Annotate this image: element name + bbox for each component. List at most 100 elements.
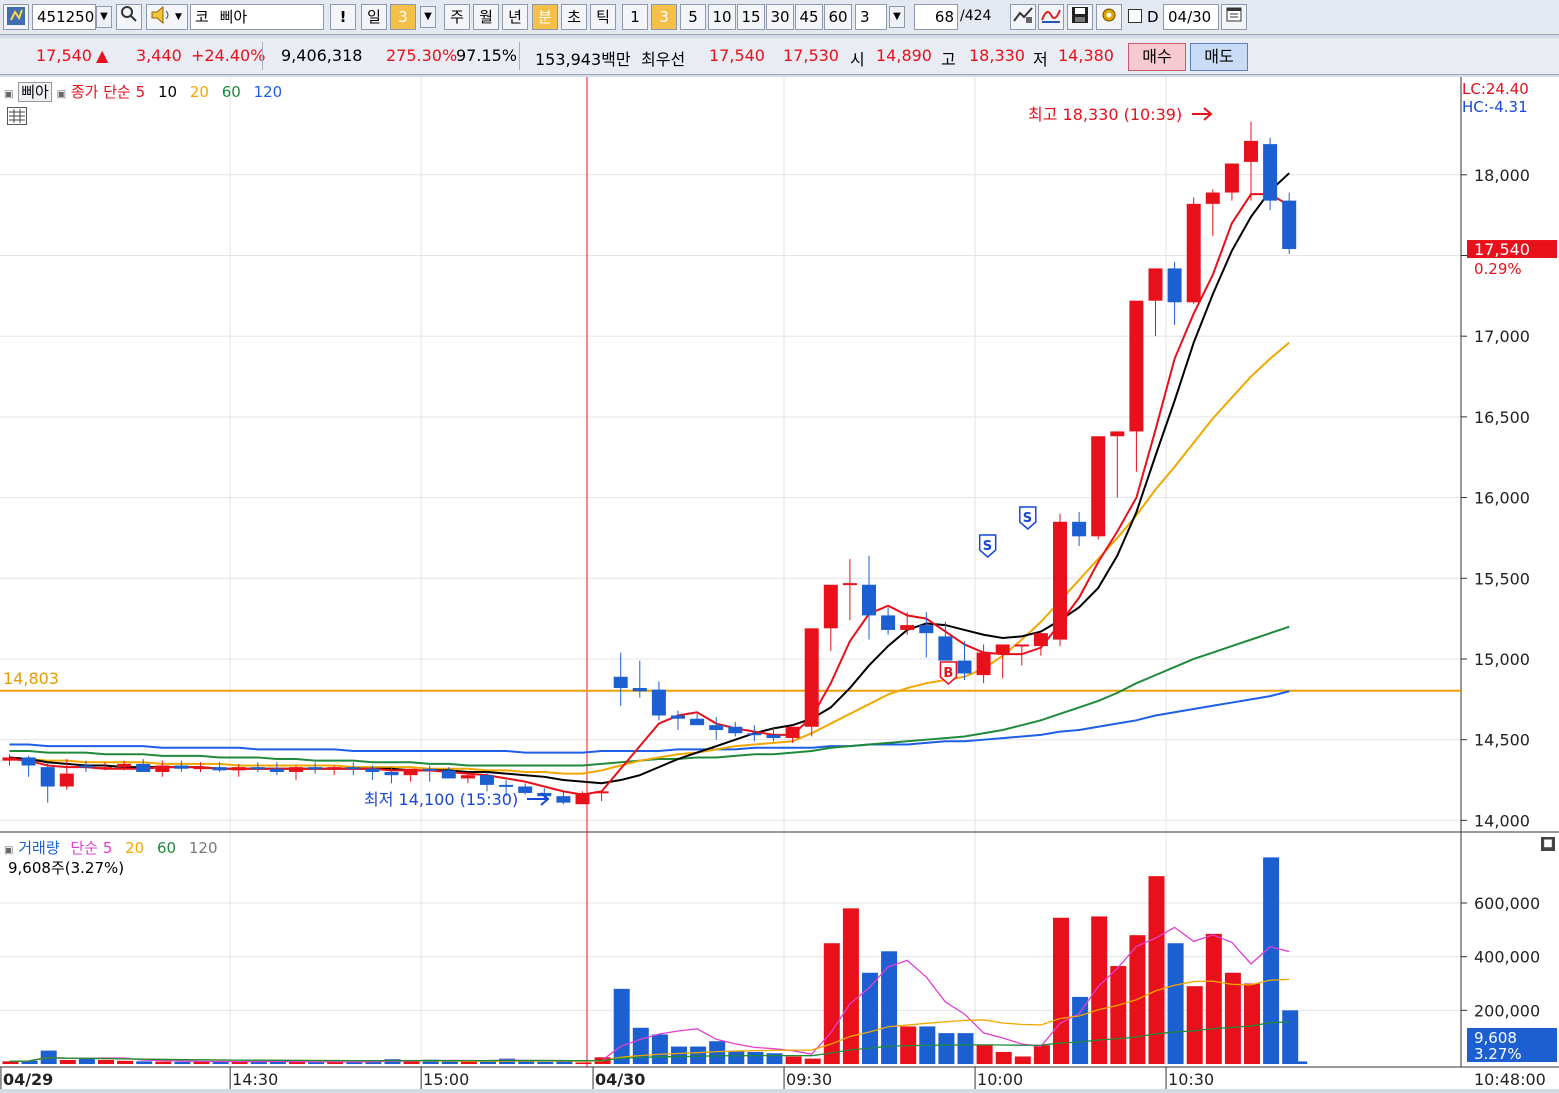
interval-10-button[interactable]: 10 bbox=[708, 4, 736, 30]
hc-label: HC:-4.31 bbox=[1462, 98, 1528, 116]
volume-tick-label: 200,000 bbox=[1474, 1001, 1540, 1020]
divider bbox=[262, 42, 263, 70]
y-tick-label: 15,500 bbox=[1474, 569, 1530, 588]
candle-body bbox=[1148, 268, 1163, 301]
date-input[interactable]: 04/30 bbox=[1163, 4, 1219, 30]
candle-body bbox=[1224, 163, 1239, 193]
candle-body bbox=[193, 767, 208, 770]
y-tick-label: 14,000 bbox=[1474, 811, 1530, 830]
volume-legend-ma[interactable]: 단순 bbox=[70, 839, 98, 857]
calendar-icon[interactable] bbox=[1221, 4, 1247, 30]
candle-body bbox=[1072, 521, 1087, 537]
volume-legend-ma60: 60 bbox=[157, 839, 177, 857]
bar-count-input[interactable]: 68 bbox=[914, 4, 958, 30]
stock-name: 삐아 bbox=[219, 8, 248, 26]
legend-box-icon[interactable]: ▣ bbox=[4, 845, 13, 856]
pane-maximize-icon[interactable]: ■ bbox=[1541, 837, 1555, 851]
volume-tick-label: 400,000 bbox=[1474, 948, 1540, 967]
search-icon[interactable] bbox=[116, 4, 142, 30]
legend-box-icon[interactable]: ▣ bbox=[4, 89, 13, 100]
candle-body bbox=[632, 688, 647, 692]
period-minute-button[interactable]: 분 bbox=[532, 4, 558, 30]
buy-button[interactable]: 매수 bbox=[1128, 43, 1186, 71]
volume-legend-ma5: 5 bbox=[102, 839, 113, 857]
candle-body bbox=[1110, 431, 1125, 437]
candle-body bbox=[1129, 300, 1144, 432]
speaker-icon[interactable]: ▼ bbox=[146, 4, 188, 30]
candle-body bbox=[136, 763, 151, 772]
save-icon[interactable] bbox=[1067, 4, 1093, 30]
app-menu-icon[interactable] bbox=[3, 4, 29, 30]
alert-button[interactable]: ! bbox=[330, 4, 356, 30]
candle-body bbox=[212, 767, 227, 771]
volume-bar bbox=[938, 1033, 955, 1064]
legend-box-icon[interactable]: ▣ bbox=[57, 89, 66, 100]
period-year-button[interactable]: 년 bbox=[502, 4, 528, 30]
interval-60-button[interactable]: 60 bbox=[824, 4, 852, 30]
period-month-button[interactable]: 월 bbox=[473, 4, 499, 30]
stock-code-input[interactable]: 451250 bbox=[32, 4, 96, 30]
volume-bar bbox=[1263, 857, 1280, 1064]
svg-text:▼: ▼ bbox=[175, 12, 182, 22]
volume-bar bbox=[976, 1045, 993, 1064]
table-view-icon[interactable] bbox=[7, 107, 27, 125]
volume-axis-ticks: 600,000 400,000 200,000 bbox=[1461, 894, 1540, 1020]
time-readout: 10:48:00 bbox=[1474, 1070, 1546, 1089]
time-axis-labels: 04/29 14:30 15:00 04/30 09:30 10:00 10:30 10:48… bbox=[0, 1067, 1546, 1089]
candle-body bbox=[957, 660, 972, 674]
interval-45-button[interactable]: 45 bbox=[795, 4, 823, 30]
candlestick-chart[interactable]: 18,000 17,000 16,500 16,000 15,500 15,000 14,5… bbox=[0, 77, 1559, 1089]
volume-tick-label: 600,000 bbox=[1474, 894, 1540, 913]
custom-interval-input[interactable]: 3 bbox=[855, 4, 887, 30]
high-annotation: 최고 18,330 (10:39) bbox=[1028, 105, 1182, 124]
candle-body bbox=[842, 583, 857, 586]
legend-ma10: 10 bbox=[157, 83, 178, 101]
legend-stock-name[interactable]: 삐아 bbox=[18, 82, 52, 102]
chart-grid bbox=[0, 174, 1461, 1011]
period-tick-button[interactable]: 틱 bbox=[590, 4, 616, 30]
code-dropdown-icon[interactable]: ▼ bbox=[96, 6, 112, 28]
candle-body bbox=[78, 765, 93, 768]
interval-1-button[interactable]: 1 bbox=[622, 4, 648, 30]
candle-body bbox=[881, 615, 896, 630]
main-toolbar: 451250 ▼ ▼ 코 삐아 ! 일 3 ▼ 주 월 년 분 초 틱 1 3 … bbox=[0, 0, 1559, 35]
settings-gear-icon[interactable] bbox=[1096, 4, 1122, 30]
stock-name-field[interactable]: 코 삐아 bbox=[190, 4, 324, 30]
drawing-tools-icon[interactable] bbox=[1010, 4, 1036, 30]
volume-bar bbox=[785, 1056, 802, 1064]
period-week-button[interactable]: 주 bbox=[444, 4, 470, 30]
interval-dropdown-icon[interactable]: ▼ bbox=[889, 6, 905, 28]
best-quote-label: 최우선 bbox=[641, 50, 686, 69]
period-day-n-button[interactable]: 3 bbox=[390, 4, 416, 30]
volume-legend-name[interactable]: 거래량 bbox=[18, 839, 59, 857]
chart-area[interactable]: 18,000 17,000 16,500 16,000 15,500 15,000 14,5… bbox=[0, 77, 1559, 1089]
indicator-icon[interactable] bbox=[1038, 4, 1064, 30]
x-tick-label: 15:00 bbox=[423, 1070, 469, 1089]
volume-ratio: 275.30% bbox=[386, 46, 458, 65]
candle-body bbox=[117, 763, 132, 768]
volume-bars bbox=[2, 857, 1308, 1064]
period-day-button[interactable]: 일 bbox=[361, 4, 387, 30]
interval-5-button[interactable]: 5 bbox=[680, 4, 706, 30]
interval-3-button[interactable]: 3 bbox=[651, 4, 677, 30]
last-pct-text: 0.29% bbox=[1474, 260, 1522, 278]
volume-bar bbox=[174, 1061, 191, 1064]
volume-bar bbox=[1167, 943, 1184, 1064]
volume-bar bbox=[1297, 1061, 1308, 1064]
period-dropdown-icon[interactable]: ▼ bbox=[420, 6, 436, 28]
interval-15-button[interactable]: 15 bbox=[737, 4, 765, 30]
x-tick-label: 09:30 bbox=[786, 1070, 832, 1089]
candle-body bbox=[441, 770, 456, 779]
y-tick-label: 17,000 bbox=[1474, 327, 1530, 346]
candle-body bbox=[785, 726, 800, 739]
y-tick-label: 16,500 bbox=[1474, 408, 1530, 427]
period-second-button[interactable]: 초 bbox=[561, 4, 587, 30]
volume-bar bbox=[575, 1062, 592, 1064]
volume-bar bbox=[1014, 1056, 1031, 1064]
interval-30-button[interactable]: 30 bbox=[766, 4, 794, 30]
sell-button[interactable]: 매도 bbox=[1190, 43, 1248, 71]
candle-body bbox=[804, 628, 819, 727]
trade-strength: 97.15% bbox=[456, 46, 518, 65]
legend-ma-label[interactable]: 종가 단순 bbox=[71, 83, 131, 101]
date-filter-checkbox[interactable] bbox=[1128, 9, 1142, 23]
